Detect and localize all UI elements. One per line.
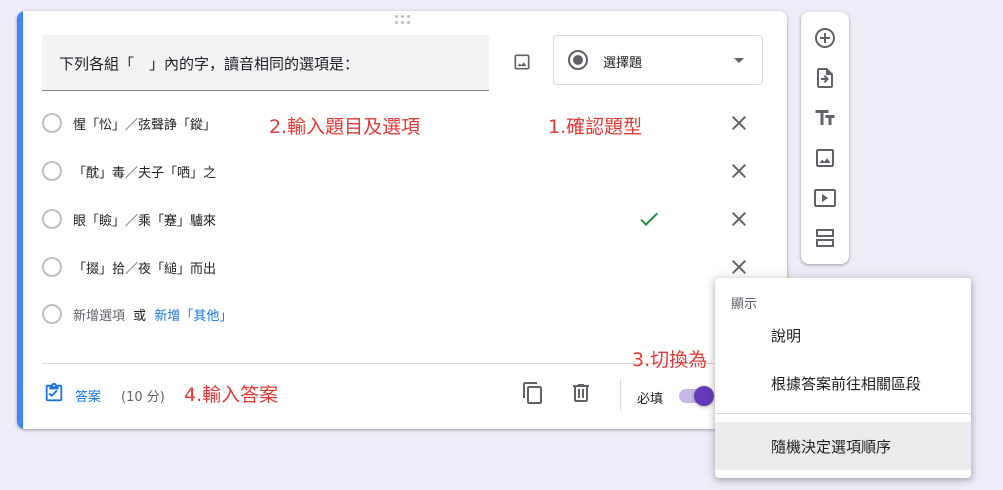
title-icon bbox=[815, 110, 835, 125]
add-title-button[interactable] bbox=[813, 106, 837, 130]
delete-button[interactable] bbox=[569, 381, 593, 405]
import-icon bbox=[817, 68, 833, 88]
add-circle-icon bbox=[815, 28, 835, 48]
duplicate-button[interactable] bbox=[521, 381, 545, 405]
close-icon bbox=[732, 212, 746, 226]
dropdown-arrow-icon bbox=[734, 58, 744, 63]
option-row: 「掇」拾／夜「縋」而出 bbox=[42, 254, 782, 280]
annotation-step1: 1.確認題型 bbox=[548, 116, 643, 138]
add-image-button[interactable] bbox=[507, 47, 537, 77]
close-icon bbox=[732, 116, 746, 130]
or-text: 或 bbox=[133, 309, 147, 324]
question-title-input[interactable]: 下列各組「 」內的字，讀音相同的選項是： bbox=[42, 35, 489, 91]
option-radio bbox=[42, 113, 62, 133]
question-title-text: 下列各組「 」內的字，讀音相同的選項是： bbox=[59, 55, 360, 73]
answer-key-icon bbox=[45, 382, 63, 402]
image-icon bbox=[514, 54, 530, 70]
option-text[interactable]: 「酖」毒／夫子「哂」之 bbox=[73, 162, 216, 181]
menu-item-description[interactable]: 說明 bbox=[715, 316, 971, 352]
required-label: 必填 bbox=[637, 392, 664, 407]
radio-button-icon bbox=[568, 50, 588, 70]
add-option-row: 新增選項 或 新增「其他」 bbox=[42, 301, 782, 327]
menu-header: 顯示 bbox=[731, 297, 758, 312]
question-type-label: 選擇題 bbox=[603, 56, 643, 71]
option-text[interactable]: 眼「瞼」／乘「蹇」驢來 bbox=[73, 210, 216, 229]
annotation-step4: 4.輸入答案 bbox=[184, 384, 279, 406]
image-icon bbox=[816, 149, 834, 167]
add-other-link[interactable]: 新增「其他」 bbox=[154, 309, 232, 324]
correct-answer-check-icon bbox=[637, 207, 661, 231]
remove-option-button[interactable] bbox=[727, 207, 751, 231]
option-radio bbox=[42, 304, 62, 324]
answer-key-label: 答案 bbox=[75, 390, 102, 405]
points-value: (10 分) bbox=[121, 390, 165, 405]
option-radio bbox=[42, 257, 62, 277]
menu-item-go-to-section[interactable]: 根據答案前往相關區段 bbox=[715, 364, 971, 400]
section-icon bbox=[816, 229, 834, 247]
question-type-dropdown[interactable]: 選擇題 bbox=[553, 35, 763, 85]
menu-item-shuffle-options[interactable]: 隨機決定選項順序 bbox=[715, 422, 971, 470]
trash-icon bbox=[573, 384, 589, 402]
remove-option-button[interactable] bbox=[727, 159, 751, 183]
add-image-tool-button[interactable] bbox=[813, 146, 837, 170]
option-radio bbox=[42, 209, 62, 229]
menu-divider bbox=[715, 413, 971, 414]
option-text[interactable]: 「掇」拾／夜「縋」而出 bbox=[73, 258, 216, 277]
add-question-button[interactable] bbox=[813, 26, 837, 50]
add-section-button[interactable] bbox=[813, 226, 837, 250]
remove-option-button[interactable] bbox=[727, 111, 751, 135]
copy-icon bbox=[523, 382, 542, 404]
import-questions-button[interactable] bbox=[813, 66, 837, 90]
option-text[interactable]: 惺「忪」／弦聲諍「鏦」 bbox=[73, 114, 216, 133]
add-option-link[interactable]: 新增選項 bbox=[73, 309, 125, 324]
video-icon bbox=[814, 189, 836, 207]
close-icon bbox=[732, 260, 746, 274]
drag-handle-icon[interactable] bbox=[395, 15, 411, 27]
option-row: 「酖」毒／夫子「哂」之 bbox=[42, 158, 782, 184]
more-options-menu: 顯示 說明 根據答案前往相關區段 隨機決定選項順序 bbox=[715, 278, 971, 478]
option-radio bbox=[42, 161, 62, 181]
add-video-button[interactable] bbox=[813, 186, 837, 210]
annotation-step2: 2.輸入題目及選項 bbox=[269, 116, 421, 138]
active-accent-bar bbox=[17, 11, 23, 429]
remove-option-button[interactable] bbox=[727, 255, 751, 279]
footer-separator bbox=[620, 379, 621, 411]
close-icon bbox=[732, 164, 746, 178]
required-toggle-thumb[interactable] bbox=[694, 386, 714, 406]
option-row: 眼「瞼」／乘「蹇」驢來 bbox=[42, 206, 782, 232]
side-toolbar bbox=[801, 12, 849, 264]
